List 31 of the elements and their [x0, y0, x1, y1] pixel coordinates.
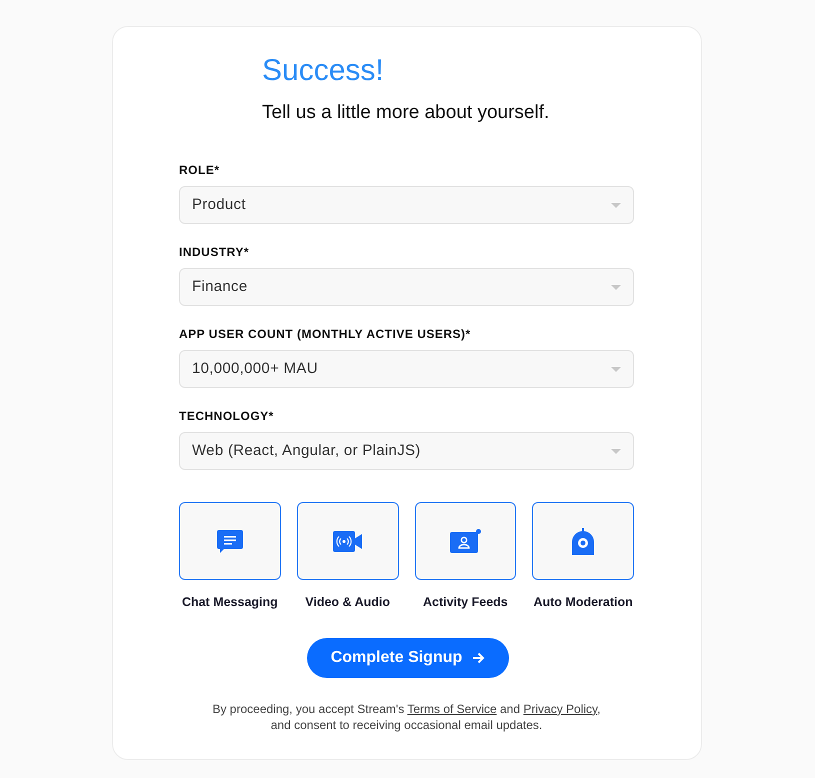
robot-head-icon: [571, 528, 596, 554]
field-label: ROLE*: [179, 163, 221, 177]
subtitle: Tell us a little more about yourself.: [262, 101, 550, 125]
product-option[interactable]: [532, 502, 634, 580]
product-label: Chat Messaging: [182, 594, 278, 611]
legal-notice: By proceeding, you accept Stream's Terms of Service and Privacy Policy, and consent to receiving occasional email updates.: [211, 700, 602, 733]
product-label: Auto Moderation: [533, 594, 633, 611]
select-field[interactable]: 10,000,000+ MAU: [179, 350, 634, 388]
select-field[interactable]: Finance: [179, 268, 634, 306]
dropdown-caret-icon: [611, 202, 621, 208]
product-label: Activity Feeds: [422, 594, 508, 611]
dropdown-caret-icon: [611, 448, 621, 454]
product-option[interactable]: [414, 502, 516, 580]
product-label: Video & Audio: [305, 594, 390, 611]
field-label: TECHNOLOGY*: [179, 409, 275, 423]
video-camera-icon: [333, 530, 362, 552]
product-option[interactable]: [179, 502, 281, 580]
complete-signup-button[interactable]: Complete Signup: [306, 638, 510, 678]
product-option[interactable]: [296, 502, 398, 580]
success-heading: Success!: [262, 53, 385, 89]
arrow-right-icon: [472, 652, 486, 664]
dropdown-caret-icon: [611, 284, 621, 290]
dropdown-caret-icon: [611, 366, 621, 372]
select-field[interactable]: Product: [179, 186, 634, 224]
legal-link[interactable]: Terms of Service: [407, 702, 497, 716]
field-label: APP USER COUNT (MONTHLY ACTIVE USERS)*: [179, 327, 472, 341]
legal-link[interactable]: Privacy Policy: [523, 702, 598, 716]
field-label: INDUSTRY*: [179, 245, 250, 259]
profile-card-icon: [450, 529, 481, 553]
chat-bubble-icon: [216, 528, 244, 554]
select-field[interactable]: Web (React, Angular, or PlainJS): [179, 432, 634, 470]
